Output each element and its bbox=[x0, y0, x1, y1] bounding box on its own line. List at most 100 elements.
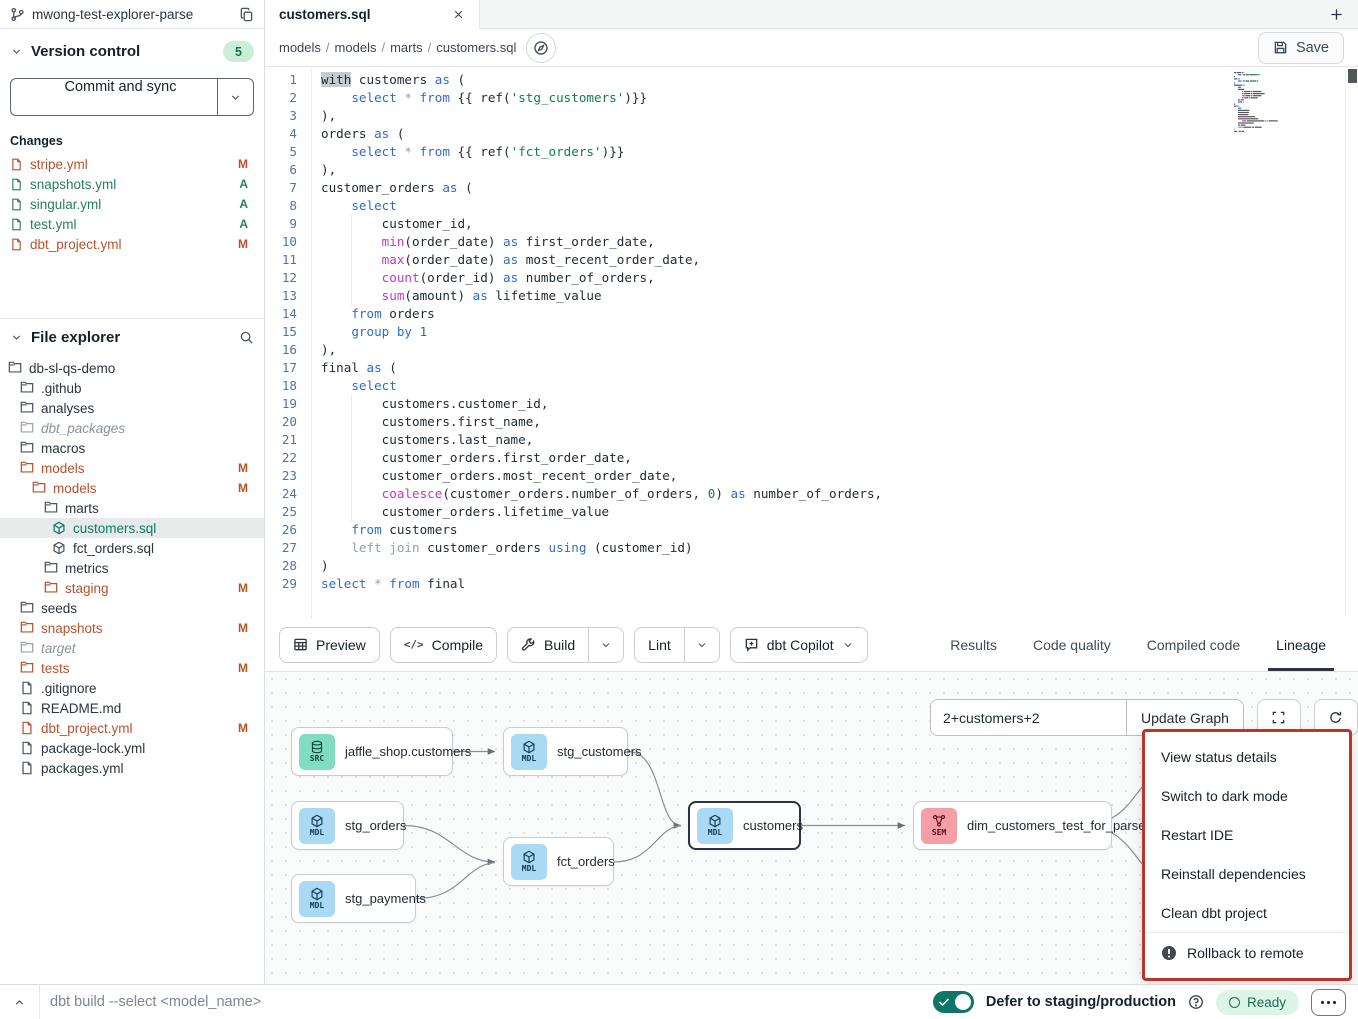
lineage-node-stg-customers[interactable]: MDLstg_customers bbox=[503, 727, 628, 776]
lineage-node-jaffle-shop-customers[interactable]: SRCjaffle_shop.customers bbox=[291, 727, 453, 776]
dbt-copilot-button[interactable]: dbt Copilot bbox=[730, 627, 868, 663]
tree-item-readme-md[interactable]: README.md bbox=[0, 698, 264, 718]
tab-compiled-code[interactable]: Compiled code bbox=[1129, 618, 1258, 671]
scrollbar-thumb[interactable] bbox=[1348, 69, 1357, 83]
change-item[interactable]: singular.ymlA bbox=[10, 194, 254, 214]
tree-item-analyses[interactable]: analyses bbox=[0, 398, 264, 418]
chevron-down-icon[interactable] bbox=[10, 331, 23, 344]
tree-item--gitignore[interactable]: .gitignore bbox=[0, 678, 264, 698]
folder-icon bbox=[32, 481, 46, 495]
help-icon[interactable] bbox=[1188, 994, 1204, 1010]
search-icon[interactable] bbox=[239, 330, 254, 345]
tree-item--github[interactable]: .github bbox=[0, 378, 264, 398]
file-icon bbox=[10, 198, 23, 211]
code-line: customer_orders.first_order_date, bbox=[312, 449, 1358, 467]
lineage-node-fct-orders[interactable]: MDLfct_orders bbox=[503, 837, 614, 886]
lineage-canvas[interactable]: SRCjaffle_shop.customers MDLstg_customers… bbox=[265, 672, 1358, 984]
menu-item-restart-ide[interactable]: Restart IDE bbox=[1145, 816, 1349, 855]
code-line: count(order_id) as number_of_orders, bbox=[312, 269, 1358, 287]
tree-item-packages-yml[interactable]: packages.yml bbox=[0, 758, 264, 778]
compile-button[interactable]: </>Compile bbox=[390, 627, 497, 663]
line-number: 13 bbox=[265, 287, 311, 305]
tree-item-package-lock-yml[interactable]: package-lock.yml bbox=[0, 738, 264, 758]
line-number: 10 bbox=[265, 233, 311, 251]
line-number: 6 bbox=[265, 161, 311, 179]
menu-item-switch-to-dark-mode[interactable]: Switch to dark mode bbox=[1145, 777, 1349, 816]
tree-item-snapshots[interactable]: snapshotsM bbox=[0, 618, 264, 638]
tree-item-db-sl-qs-demo[interactable]: db-sl-qs-demo bbox=[0, 358, 264, 378]
chevron-down-icon[interactable] bbox=[10, 45, 23, 58]
tree-item-customers-sql[interactable]: customers.sql bbox=[0, 518, 264, 538]
lineage-search-input[interactable] bbox=[931, 700, 1126, 735]
commit-and-sync-button[interactable]: Commit and sync bbox=[10, 78, 254, 116]
commit-options-dropdown[interactable] bbox=[217, 79, 253, 115]
tab-lineage[interactable]: Lineage bbox=[1258, 618, 1344, 671]
menu-item-rollback-to-remote[interactable]: Rollback to remote bbox=[1145, 932, 1349, 972]
editor-minimap[interactable] bbox=[1232, 70, 1336, 150]
model-cube-icon bbox=[52, 521, 66, 535]
line-number: 9 bbox=[265, 215, 311, 233]
tree-item-seeds[interactable]: seeds bbox=[0, 598, 264, 618]
file-icon bbox=[20, 701, 34, 715]
close-tab-icon[interactable] bbox=[452, 8, 465, 21]
tab-code-quality[interactable]: Code quality bbox=[1015, 618, 1129, 671]
command-input[interactable] bbox=[40, 985, 933, 1019]
code-line: ) bbox=[312, 557, 1358, 575]
editor-scrollbar[interactable] bbox=[1345, 67, 1358, 618]
menu-item-view-status-details[interactable]: View status details bbox=[1145, 738, 1349, 777]
semantic-model-icon: SEM bbox=[921, 808, 957, 844]
change-item[interactable]: stripe.ymlM bbox=[10, 154, 254, 174]
tree-item-marts[interactable]: marts bbox=[0, 498, 264, 518]
tab-customers-sql[interactable]: customers.sql bbox=[265, 0, 480, 29]
menu-item-reinstall-dependencies[interactable]: Reinstall dependencies bbox=[1145, 854, 1349, 893]
tree-item-staging[interactable]: stagingM bbox=[0, 578, 264, 598]
tree-item-dbt-packages[interactable]: dbt_packages bbox=[0, 418, 264, 438]
defer-toggle[interactable] bbox=[933, 991, 974, 1013]
lineage-node-stg-payments[interactable]: MDLstg_payments bbox=[291, 874, 416, 923]
more-options-button[interactable] bbox=[1311, 989, 1346, 1016]
breadcrumb-segment[interactable]: marts bbox=[390, 40, 423, 55]
lint-button[interactable]: Lint bbox=[634, 627, 720, 663]
lineage-node-dim-customers-test-for-parse[interactable]: SEMdim_customers_test_for_parse bbox=[913, 801, 1112, 850]
build-dropdown[interactable] bbox=[588, 628, 623, 662]
copilot-label: dbt Copilot bbox=[767, 637, 834, 653]
expand-console-button[interactable] bbox=[0, 985, 40, 1019]
breadcrumb-segment[interactable]: customers.sql bbox=[436, 40, 516, 55]
code-line: customer_id, bbox=[312, 215, 1358, 233]
change-item[interactable]: snapshots.ymlA bbox=[10, 174, 254, 194]
save-button[interactable]: Save bbox=[1258, 32, 1344, 64]
preview-button[interactable]: Preview bbox=[279, 627, 380, 663]
tree-item-dbt-project-yml[interactable]: dbt_project.ymlM bbox=[0, 718, 264, 738]
tab-results[interactable]: Results bbox=[932, 618, 1015, 671]
change-item[interactable]: dbt_project.ymlM bbox=[10, 234, 254, 254]
compass-icon[interactable] bbox=[526, 33, 556, 63]
lineage-node-stg-orders[interactable]: MDLstg_orders bbox=[291, 801, 404, 850]
branch-header: mwong-test-explorer-parse bbox=[0, 0, 264, 29]
copy-branch-icon[interactable] bbox=[239, 7, 254, 22]
file-tree: db-sl-qs-demo.githubanalysesdbt_packages… bbox=[0, 358, 264, 778]
code-line: group by 1 bbox=[312, 323, 1358, 341]
breadcrumb-segment[interactable]: models bbox=[279, 40, 321, 55]
tree-item-label: customers.sql bbox=[73, 521, 156, 536]
new-tab-button[interactable] bbox=[1314, 0, 1358, 28]
tree-item-macros[interactable]: macros bbox=[0, 438, 264, 458]
tree-item-fct-orders-sql[interactable]: fct_orders.sql bbox=[0, 538, 264, 558]
code-content[interactable]: with customers as ( select * from {{ ref… bbox=[311, 67, 1358, 618]
lint-dropdown[interactable] bbox=[684, 628, 719, 662]
line-numbers: 1234567891011121314151617181920212223242… bbox=[265, 67, 311, 618]
tree-item-target[interactable]: target bbox=[0, 638, 264, 658]
menu-item-clean-dbt-project[interactable]: Clean dbt project bbox=[1145, 893, 1349, 932]
change-item[interactable]: test.ymlA bbox=[10, 214, 254, 234]
defer-label: Defer to staging/production bbox=[986, 994, 1176, 1010]
status-badge[interactable]: Ready bbox=[1216, 990, 1299, 1015]
lineage-node-label: stg_customers bbox=[557, 744, 642, 759]
build-button[interactable]: Build bbox=[507, 627, 624, 663]
tree-item-metrics[interactable]: metrics bbox=[0, 558, 264, 578]
tree-item-models[interactable]: modelsM bbox=[0, 458, 264, 478]
tree-item-tests[interactable]: testsM bbox=[0, 658, 264, 678]
breadcrumb-segment[interactable]: models bbox=[335, 40, 377, 55]
file-icon bbox=[20, 721, 34, 735]
code-editor[interactable]: 1234567891011121314151617181920212223242… bbox=[265, 67, 1358, 618]
tree-item-models[interactable]: modelsM bbox=[0, 478, 264, 498]
lineage-node-customers[interactable]: MDLcustomers bbox=[688, 801, 801, 850]
